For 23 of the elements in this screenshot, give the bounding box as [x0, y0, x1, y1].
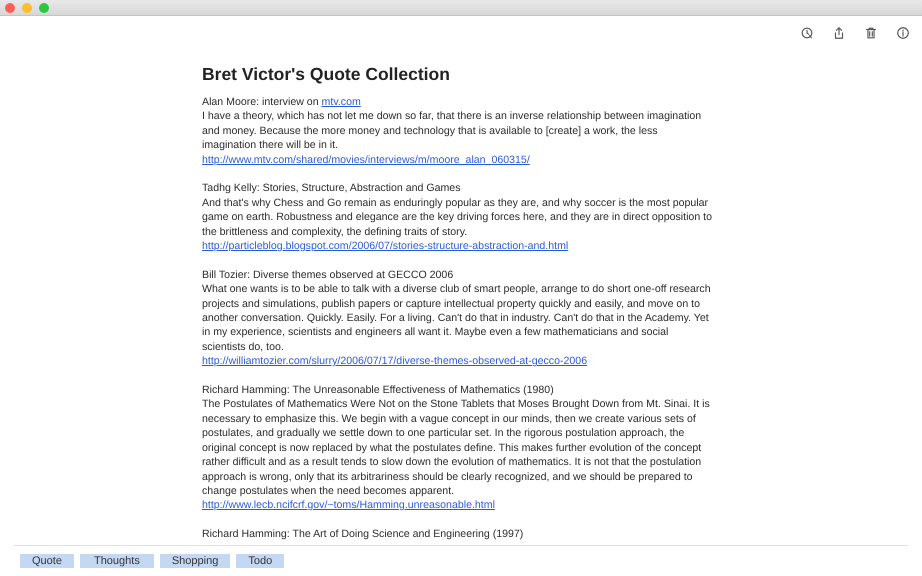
quote-text: The Postulates of Mathematics Were Not on the Stone Tablets that Moses Brought Down from Mt. Sinai. It is necessary to emphasize this. We begin with a vague concept in our minds, then we create various sets of postulates, and gradually we settle down to one particular set. In the rigorous postulation approach, the original concept is now replaced by what the postulates define. This makes further evolution of the concept rather difficult and as a result tends to slow down the evolution of mathematics. It is not that the postulation approach is wrong, only that its arbitrariness should be clearly recognized, and we should be prepared to change postulates when the need becomes apparent.: [202, 397, 711, 498]
clock-icon[interactable]: [800, 26, 814, 40]
quote-text: What one wants is to be able to talk with a diverse club of smart people, arrange to do short one-off research projects and simulations, publish papers or capture intellectual property quickly and easily, and move on to another conversation. Quickly. Easily. For a living. Can't do that in industry. Can't do that in the Academy. Yet in my experience, scientists and engineers all want it. Maybe even a few mathematicians and social scientists do, too.: [202, 282, 712, 354]
quote-link[interactable]: http://williamtozier.com/slurry/2006/07/17/diverse-themes-observed-at-gecco-2006: [202, 354, 588, 369]
quote-source: Alan Moore: interview on mtv.com: [202, 95, 362, 110]
info-icon[interactable]: [896, 26, 910, 40]
quote-text: And that's why Chess and Go remain as enduringly popular as they are, and why soccer is the most popular game on earth. Robustness and elegance are the key driving forces here, and they are in direct opposition to the brittleness and complexity, the defining traits of story.: [202, 196, 713, 240]
source-link[interactable]: mtv.com: [322, 96, 361, 108]
quote-text: I have a theory, which has not let me down so far, that there is an inverse relationship between imagination and money. Because the more money and technology that is available to [create] a work, the less imagination there will be in it.: [202, 109, 702, 153]
quote-source: Richard Hamming: The Unreasonable Effectiveness of Mathematics (1980): [202, 383, 555, 398]
tag-button[interactable]: Thoughts: [80, 554, 154, 568]
quote-source: Richard Hamming: The Art of Doing Science and Engineering (1997): [202, 527, 524, 542]
tag-button[interactable]: Shopping: [160, 554, 230, 568]
note-title: Bret Victor's Quote Collection: [202, 64, 451, 85]
quote-source: Bill Tozier: Diverse themes observed at GECCO 2006: [202, 268, 454, 282]
tag-button[interactable]: Todo: [236, 554, 284, 568]
share-icon[interactable]: [832, 26, 846, 40]
quote-source: Tadhg Kelly: Stories, Structure, Abstraction and Games: [202, 181, 462, 196]
tag-button[interactable]: Quote: [20, 554, 74, 568]
trash-icon[interactable]: [864, 26, 878, 40]
quote-link[interactable]: http://www.lecb.ncifcrf.gov/~toms/Hamming.unreasonable.html: [202, 498, 495, 513]
quote-link[interactable]: http://www.mtv.com/shared/movies/interviews/m/moore_alan_060315/: [202, 152, 530, 168]
quote-link[interactable]: http://particleblog.blogspot.com/2006/07/stories-structure-abstraction-and.html: [202, 239, 568, 254]
